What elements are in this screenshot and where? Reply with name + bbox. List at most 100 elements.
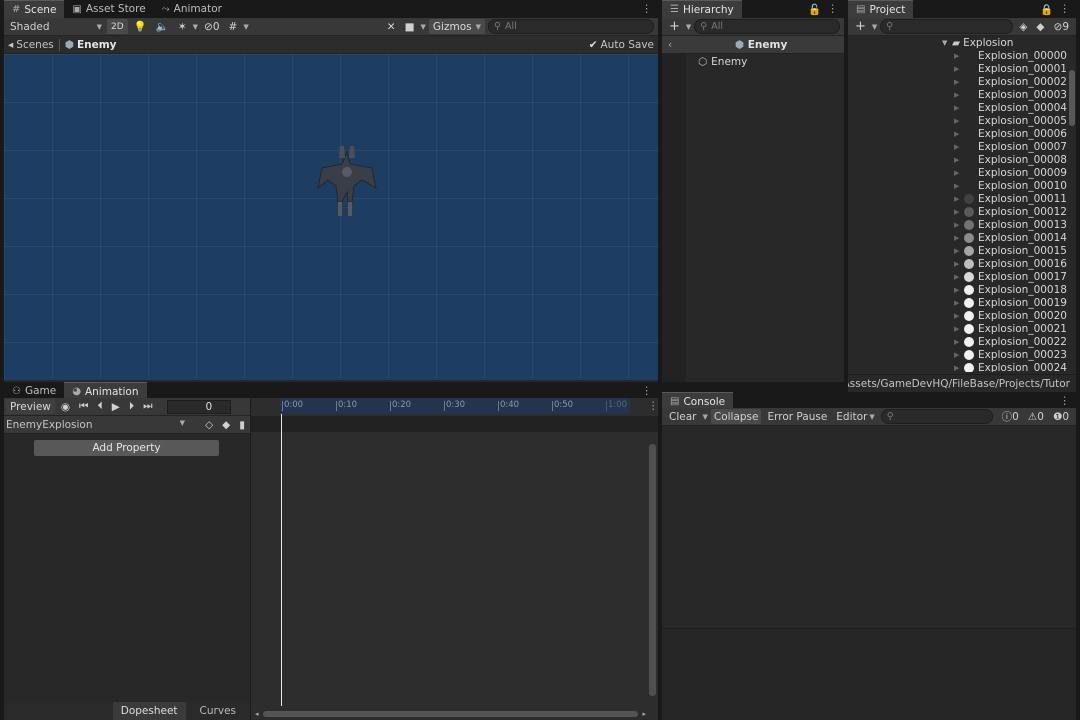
expand-arrow-icon[interactable]: ▶ — [954, 351, 964, 359]
lock-icon[interactable]: 🔒 — [1040, 3, 1053, 16]
expand-arrow-icon[interactable]: ▶ — [954, 338, 964, 346]
add-icon[interactable]: + — [852, 19, 869, 34]
project-item[interactable]: ▶ Explosion_00009 — [848, 166, 1068, 179]
project-item[interactable]: ▶ Explosion_00017 — [848, 270, 1068, 283]
clear-dropdown-icon[interactable]: ▼ — [702, 413, 707, 421]
auto-save-checkbox[interactable]: ✔ — [589, 39, 598, 51]
expand-arrow-icon[interactable]: ▶ — [954, 208, 964, 216]
grid-dropdown-icon[interactable]: ▼ — [243, 23, 248, 31]
project-search-input[interactable]: ⚲ — [880, 19, 1014, 34]
project-item[interactable]: ▶ Explosion_00007 — [848, 140, 1068, 153]
filter-label-icon[interactable]: ◆ — [1033, 19, 1047, 34]
time-ruler-menu-icon[interactable]: ⋮ — [648, 400, 659, 412]
expand-arrow-icon[interactable]: ▶ — [954, 312, 964, 320]
project-item[interactable]: ▶ Explosion_00019 — [848, 296, 1068, 309]
expand-arrow-icon[interactable]: ▶ — [954, 182, 964, 190]
gizmos-dropdown[interactable]: Gizmos ▼ — [428, 19, 485, 34]
hidden-packages-icon[interactable]: ⊘ 9 — [1051, 19, 1073, 34]
project-item[interactable]: ▶ Explosion_00002 — [848, 75, 1068, 88]
tab-dopesheet[interactable]: Dopesheet — [112, 702, 186, 720]
project-item[interactable]: ▶ Explosion_00004 — [848, 101, 1068, 114]
project-item[interactable]: ▶ Explosion_00003 — [848, 88, 1068, 101]
dopesheet-area[interactable]: ◂ ▸ — [250, 398, 658, 720]
warning-toggle[interactable]: ⚠ 0 — [1025, 409, 1047, 424]
enemy-ship-sprite[interactable] — [314, 142, 380, 220]
project-item[interactable]: ▶ Explosion_00011 — [848, 192, 1068, 205]
expand-arrow-icon[interactable]: ▶ — [954, 117, 964, 125]
lighting-icon[interactable]: 💡 — [131, 19, 150, 34]
expand-arrow-icon[interactable]: ▶ — [954, 65, 964, 73]
play-icon[interactable]: ▶ — [109, 399, 123, 414]
dopesheet-vertical-scrollbar[interactable] — [649, 444, 656, 696]
expand-arrow-icon[interactable]: ▶ — [954, 234, 964, 242]
audio-icon[interactable]: 🔈 — [153, 19, 172, 34]
expand-arrow-icon[interactable]: ▶ — [954, 104, 964, 112]
expand-arrow-icon[interactable]: ▶ — [954, 221, 964, 229]
breadcrumb-enemy[interactable]: Enemy — [77, 39, 117, 51]
project-item[interactable]: ▶ Explosion_00023 — [848, 348, 1068, 361]
project-item[interactable]: ▶ Explosion_00010 — [848, 179, 1068, 192]
effects-icon[interactable]: ✶ — [175, 19, 190, 34]
add-event-icon[interactable]: ◆ — [219, 417, 233, 432]
console-search-input[interactable]: ⚲ — [880, 409, 993, 424]
add-dropdown-icon[interactable]: ▼ — [686, 23, 691, 31]
error-toggle[interactable]: ❶0 — [1050, 409, 1072, 424]
next-key-icon[interactable]: ⏵ — [126, 399, 137, 414]
lock-icon[interactable]: 🔓 — [808, 3, 821, 16]
tab-hierarchy[interactable]: ☰ Hierarchy — [662, 0, 742, 18]
time-ruler[interactable]: 0:00 0:10 0:20 0:30 0:40 0:50 1:00 — [280, 398, 630, 414]
expand-arrow-icon[interactable]: ▼ — [942, 39, 952, 47]
project-item[interactable]: ▶ Explosion_00022 — [848, 335, 1068, 348]
project-item[interactable]: ▶ Explosion_00013 — [848, 218, 1068, 231]
project-item[interactable]: ▶ Explosion_00021 — [848, 322, 1068, 335]
clear-button[interactable]: Clear — [666, 409, 699, 424]
clip-dropdown[interactable]: EnemyExplosion ▼ — [6, 419, 199, 431]
expand-arrow-icon[interactable]: ▶ — [954, 247, 964, 255]
preview-button[interactable]: Preview — [6, 399, 55, 414]
project-scrollbar[interactable] — [1069, 70, 1075, 126]
expand-arrow-icon[interactable]: ▶ — [954, 299, 964, 307]
error-pause-button[interactable]: Error Pause — [764, 409, 830, 424]
collapse-button[interactable]: Collapse — [710, 409, 762, 424]
camera-icon[interactable]: ■ — [402, 19, 418, 34]
scene-search-input[interactable]: ⚲ All — [488, 19, 654, 34]
scroll-left-icon[interactable]: ◂ — [251, 710, 259, 718]
tab-scene[interactable]: # Scene — [4, 0, 65, 18]
playhead-line[interactable] — [281, 398, 282, 706]
expand-arrow-icon[interactable]: ▶ — [954, 130, 964, 138]
expand-arrow-icon[interactable]: ▶ — [954, 52, 964, 60]
filter-type-icon[interactable]: ◈ — [1016, 19, 1030, 34]
hidden-objects-icon[interactable]: ⊘ 0 — [201, 19, 223, 34]
add-keyframe-icon[interactable]: ◇ — [202, 417, 216, 432]
scroll-right-icon[interactable]: ▸ — [642, 710, 646, 718]
project-item[interactable]: ▶ Explosion_00001 — [848, 62, 1068, 75]
expand-arrow-icon[interactable]: ▶ — [954, 156, 964, 164]
project-item[interactable]: ▶ Explosion_00018 — [848, 283, 1068, 296]
more-menu-icon[interactable]: ⋮ — [1060, 3, 1071, 15]
more-menu-icon[interactable]: ⋮ — [642, 385, 653, 397]
tab-asset-store[interactable]: ▣ Asset Store — [64, 0, 153, 18]
project-item[interactable]: ▶ Explosion_00006 — [848, 127, 1068, 140]
previous-key-icon[interactable]: ⏴ — [95, 399, 106, 414]
hierarchy-search-input[interactable]: ⚲ All — [694, 19, 840, 34]
console-log-area[interactable] — [662, 426, 1076, 628]
record-icon[interactable]: ◉ — [58, 399, 73, 414]
expand-arrow-icon[interactable]: ▶ — [954, 143, 964, 151]
more-menu-icon[interactable]: ⋮ — [1060, 395, 1071, 407]
project-item[interactable]: ▶ Explosion_00000 — [848, 49, 1068, 62]
shading-mode-dropdown[interactable]: Shaded ▼ — [8, 19, 104, 34]
expand-arrow-icon[interactable]: ▶ — [954, 169, 964, 177]
project-item[interactable]: ▶ Explosion_00024 — [848, 361, 1068, 372]
tab-curves[interactable]: Curves — [186, 702, 250, 720]
breadcrumb-scenes[interactable]: Scenes — [16, 39, 53, 51]
log-toggle[interactable]: ⓘ 0 — [999, 409, 1022, 424]
expand-arrow-icon[interactable]: ▶ — [954, 364, 964, 372]
project-item[interactable]: ▶ Explosion_00016 — [848, 257, 1068, 270]
back-arrow-icon[interactable]: ◂ — [8, 39, 13, 51]
expand-arrow-icon[interactable]: ▶ — [954, 286, 964, 294]
more-menu-icon[interactable]: ⋮ — [828, 3, 839, 15]
tab-project[interactable]: ▤ Project — [848, 0, 914, 18]
project-item[interactable]: ▶ Explosion_00012 — [848, 205, 1068, 218]
tab-animator[interactable]: ⤳ Animator — [154, 0, 230, 18]
2d-toggle-button[interactable]: 2D — [107, 19, 128, 34]
